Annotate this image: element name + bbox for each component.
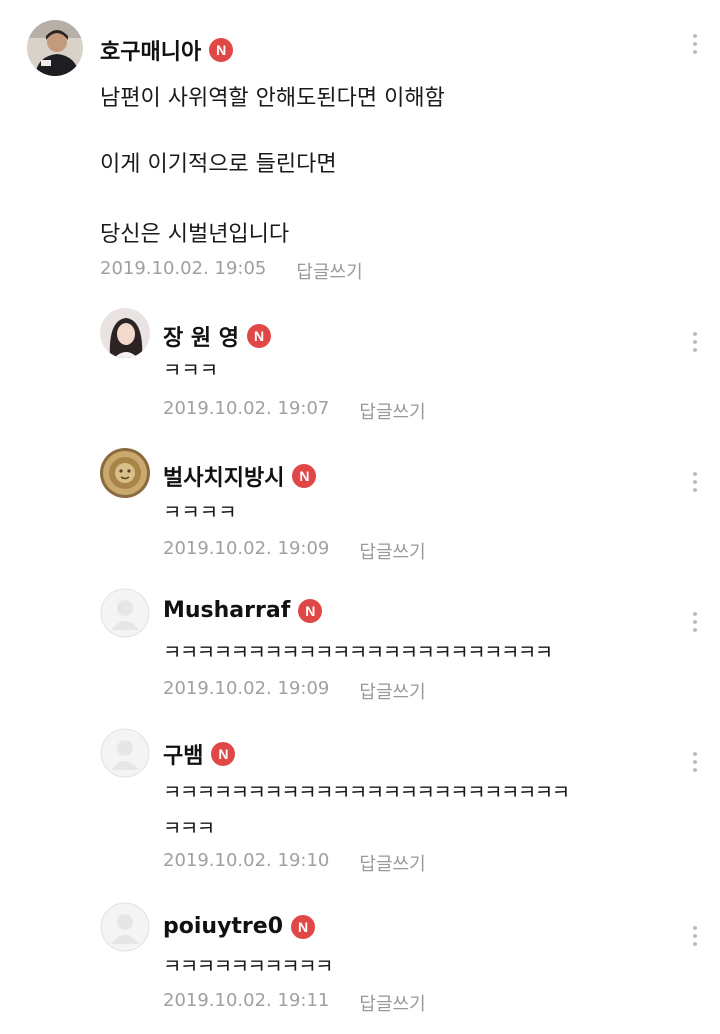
reply-button[interactable]: 답글쓰기 — [359, 538, 425, 564]
reply-button[interactable]: 답글쓰기 — [359, 678, 425, 704]
more-options-icon[interactable] — [692, 926, 698, 946]
more-options-icon[interactable] — [692, 752, 698, 772]
comment-text: ㅋㅋㅋㅋㅋㅋㅋㅋㅋㅋㅋㅋㅋㅋㅋㅋㅋㅋㅋㅋㅋㅋㅋㅋ — [163, 780, 570, 804]
comment-text: ㅋㅋㅋㅋㅋㅋㅋㅋㅋㅋㅋㅋㅋㅋㅋㅋㅋㅋㅋㅋㅋㅋㅋ — [163, 640, 553, 664]
reply-item: poiuytre0 N ㅋㅋㅋㅋㅋㅋㅋㅋㅋㅋ 2019.10.02. 19:11… — [0, 890, 720, 1034]
n-badge-icon: N — [298, 598, 323, 623]
comment-date: 2019.10.02. 19:10 — [163, 850, 330, 871]
reply-item: 구뱀 N ㅋㅋㅋㅋㅋㅋㅋㅋㅋㅋㅋㅋㅋㅋㅋㅋㅋㅋㅋㅋㅋㅋㅋㅋ ㅋㅋㅋ 2019.1… — [0, 710, 720, 890]
user-avatar[interactable] — [100, 308, 150, 358]
n-badge-icon: N — [291, 914, 316, 939]
default-avatar-icon[interactable] — [100, 728, 150, 778]
comment-date: 2019.10.02. 19:07 — [163, 398, 330, 419]
comment-text: 이게 이기적으로 들린다면 — [100, 152, 337, 177]
reply-button[interactable]: 답글쓰기 — [359, 850, 425, 876]
author-name[interactable]: 벌사치지방시 — [163, 460, 284, 492]
default-avatar-icon[interactable] — [100, 588, 150, 638]
user-avatar[interactable] — [100, 448, 150, 498]
comment-item: 호구매니아 N 남편이 사위역할 안해도된다면 이해함 이게 이기적으로 들린다… — [0, 0, 720, 290]
n-badge-icon: N — [211, 742, 236, 766]
comment-date: 2019.10.02. 19:11 — [163, 990, 330, 1011]
n-badge-icon: N — [209, 38, 234, 62]
reply-button[interactable]: 답글쓰기 — [359, 990, 425, 1016]
comment-text: 남편이 사위역할 안해도된다면 이해함 — [100, 86, 445, 111]
more-options-icon[interactable] — [692, 612, 698, 632]
default-avatar-icon[interactable] — [100, 902, 150, 952]
comment-date: 2019.10.02. 19:05 — [100, 258, 267, 279]
comment-text: ㅋㅋㅋㅋㅋㅋㅋㅋㅋㅋ — [163, 954, 334, 978]
comment-text: ㅋㅋㅋ — [163, 816, 215, 840]
author-name[interactable]: poiuytre0 — [163, 914, 283, 939]
reply-button[interactable]: 답글쓰기 — [359, 398, 425, 424]
n-badge-icon: N — [292, 464, 317, 488]
reply-item: Musharraf N ㅋㅋㅋㅋㅋㅋㅋㅋㅋㅋㅋㅋㅋㅋㅋㅋㅋㅋㅋㅋㅋㅋㅋ 2019… — [0, 570, 720, 710]
author-name[interactable]: 장 원 영 — [163, 320, 239, 352]
reply-item: 벌사치지방시 N ㅋㅋㅋㅋ 2019.10.02. 19:09 답글쓰기 — [0, 430, 720, 570]
comment-text: ㅋㅋㅋ — [163, 358, 219, 382]
comment-date: 2019.10.02. 19:09 — [163, 538, 330, 559]
author-name[interactable]: 호구매니아 — [100, 34, 201, 66]
more-options-icon[interactable] — [692, 34, 698, 54]
author-name[interactable]: 구뱀 — [163, 738, 203, 770]
n-badge-icon: N — [247, 324, 272, 348]
comment-date: 2019.10.02. 19:09 — [163, 678, 330, 699]
author-name[interactable]: Musharraf — [163, 598, 290, 623]
comment-text: 당신은 시벌년입니다 — [100, 222, 290, 247]
more-options-icon[interactable] — [692, 332, 698, 352]
reply-item: 장 원 영 N ㅋㅋㅋ 2019.10.02. 19:07 답글쓰기 — [0, 290, 720, 430]
more-options-icon[interactable] — [692, 472, 698, 492]
comment-text: ㅋㅋㅋㅋ — [163, 500, 237, 524]
reply-button[interactable]: 답글쓰기 — [296, 258, 362, 284]
user-avatar[interactable] — [27, 20, 83, 76]
